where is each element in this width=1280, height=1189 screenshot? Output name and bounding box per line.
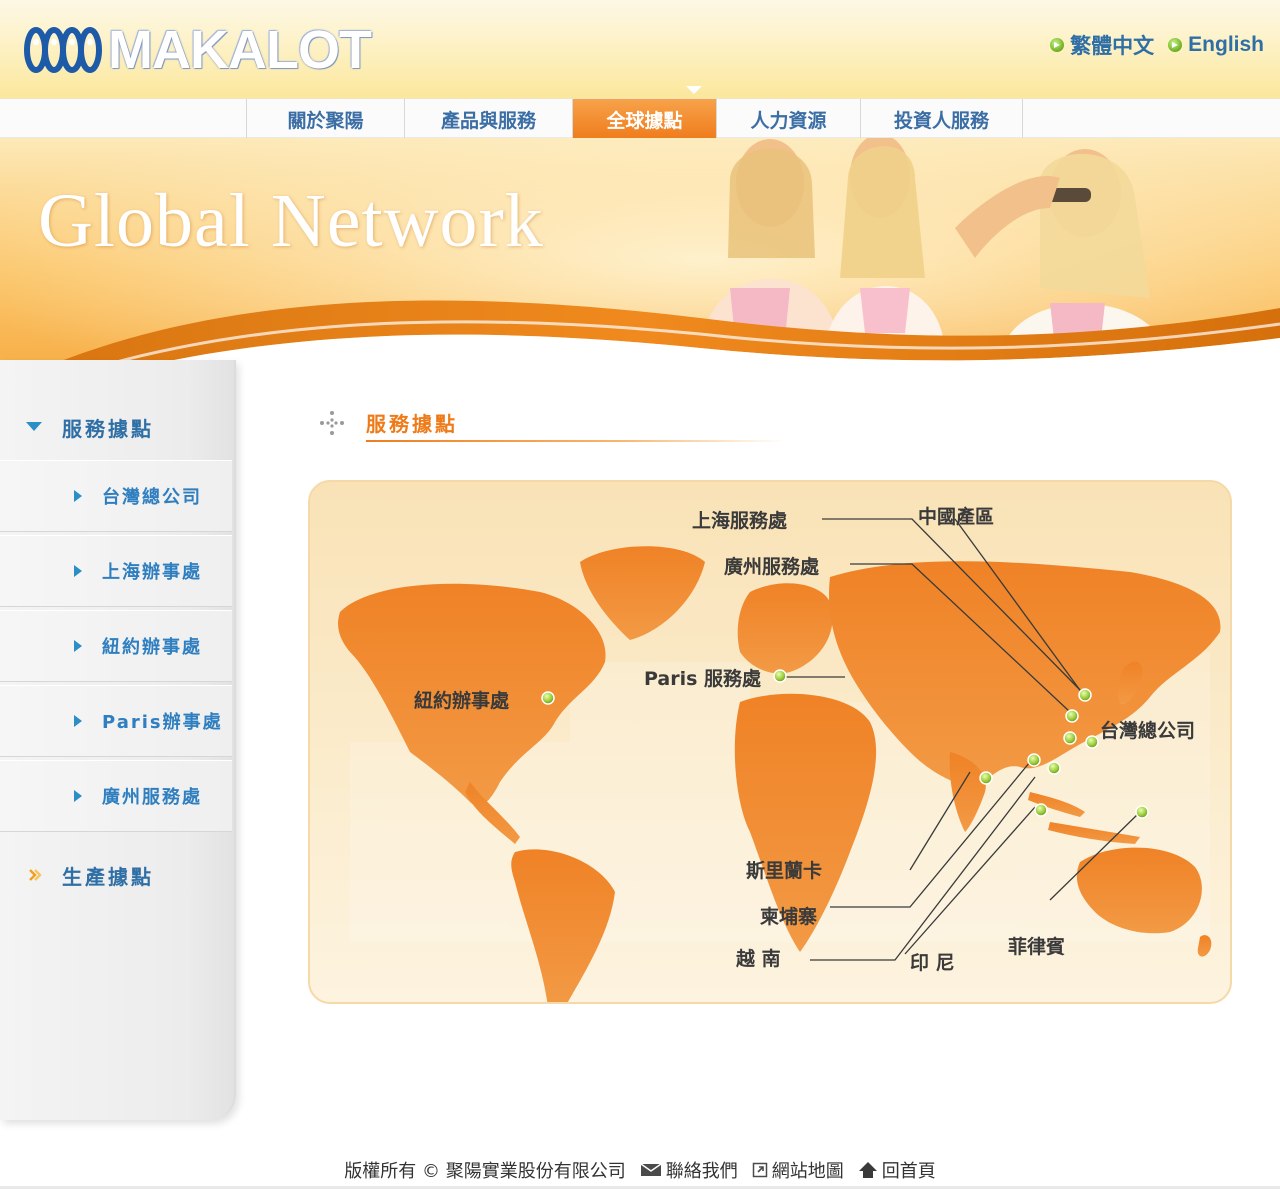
arrow-bullet-icon [1168,38,1183,52]
footer: 版權所有 © 聚陽實業股份有限公司 聯絡我們 網站地圖 回首頁 [0,1150,1280,1189]
makalot-logo-mark-icon [24,27,102,73]
map-label-cambodia[interactable]: 柬埔寨 [760,902,817,929]
marker-paris[interactable] [773,669,787,683]
sidebar-item-taiwan-hq[interactable]: 台灣總公司 [0,460,232,532]
dots-cross-icon [320,410,344,435]
nav-investor-relations[interactable]: 投資人服務 [861,99,1023,139]
lang-label: 繁體中文 [1070,35,1155,58]
sidebar-item-label: Paris辦事處 [102,712,223,733]
nav-global-network[interactable]: 全球據點 [573,99,717,139]
sidebar-item-guangzhou[interactable]: 廣州服務處 [0,760,232,832]
arrow-bullet-icon [1050,38,1065,52]
site-header: MAKALOT 繁體中文 English [0,0,1280,98]
triangle-right-icon [74,790,82,802]
sidebar-heading-label: 服務據點 [62,416,154,441]
lang-traditional-chinese[interactable]: 繁體中文 [1050,30,1154,60]
map-label-guangzhou[interactable]: 廣州服務處 [724,552,819,579]
sidebar-item-label: 廣州服務處 [102,787,202,808]
map-label-newyork[interactable]: 紐約辦事處 [414,686,509,713]
main-nav: 關於聚陽 產品與服務 全球據點 人力資源 投資人服務 [0,98,1280,139]
map-label-vietnam[interactable]: 越 南 [736,944,781,971]
sidebar-item-label: 紐約辦事處 [102,637,202,658]
footer-contact-label: 聯絡我們 [665,1160,738,1182]
envelope-icon [640,1162,662,1176]
map-label-shanghai[interactable]: 上海服務處 [692,506,787,533]
external-link-icon [752,1162,767,1177]
marker-philippines[interactable] [1135,805,1149,819]
marker-sri-lanka[interactable] [979,771,993,785]
sidebar-item-label: 上海辦事處 [102,562,202,583]
language-switcher: 繁體中文 English [1050,30,1264,60]
map-label-indonesia[interactable]: 印 尼 [910,948,955,975]
footer-sitemap-label: 網站地圖 [771,1160,844,1182]
sidebar-item-label: 台灣總公司 [102,487,202,508]
map-label-sri-lanka[interactable]: 斯里蘭卡 [746,856,822,883]
makalot-logo[interactable]: MAKALOT [22,20,372,80]
home-icon [858,1161,877,1178]
marker-china-factory[interactable] [1078,688,1092,702]
nav-products-services[interactable]: 產品與服務 [405,99,573,139]
sidebar-heading-service-locations[interactable]: 服務據點 [0,396,232,458]
sidebar-heading-label: 生產據點 [62,864,154,889]
marker-shanghai[interactable] [1065,709,1079,723]
marker-vietnam[interactable] [1027,753,1041,767]
footer-contact-link[interactable]: 聯絡我們 [640,1157,738,1183]
lang-english[interactable]: English [1168,33,1264,57]
map-label-taiwan-hq[interactable]: 台灣總公司 [1100,716,1195,743]
footer-sitemap-link[interactable]: 網站地圖 [752,1157,844,1183]
main-nav-items: 關於聚陽 產品與服務 全球據點 人力資源 投資人服務 [246,99,1023,139]
triangle-right-icon [74,565,82,577]
triangle-right-icon [74,715,82,727]
marker-taiwan-hq[interactable] [1085,735,1099,749]
sidebar-heading-production-locations[interactable]: 生產據點 [0,844,232,906]
sidebar: 服務據點 台灣總公司 上海辦事處 紐約辦事處 Paris辦事處 廣州服務處 生產… [0,360,236,1120]
logo-text: MAKALOT [108,20,372,80]
section-title-underline [366,440,786,442]
footer-home-label: 回首頁 [881,1160,936,1182]
section-title: 服務據點 [318,408,458,437]
map-label-paris[interactable]: Paris 服務處 [644,664,761,691]
marker-guangzhou[interactable] [1063,731,1077,745]
lang-label: English [1188,33,1264,56]
triangle-right-icon [74,640,82,652]
section-title-label: 服務據點 [366,412,458,436]
triangle-down-icon [26,422,42,431]
sidebar-item-paris[interactable]: Paris辦事處 [0,685,232,757]
world-map-panel: 上海服務處 中國產區 廣州服務處 Paris 服務處 紐約辦事處 台灣總公司 斯… [308,480,1232,1004]
map-label-philippines[interactable]: 菲律賓 [1008,932,1065,959]
sidebar-item-shanghai[interactable]: 上海辦事處 [0,535,232,607]
double-chevron-right-icon [29,869,42,881]
nav-about[interactable]: 關於聚陽 [247,99,405,139]
sidebar-item-newyork[interactable]: 紐約辦事處 [0,610,232,682]
footer-copyright: 版權所有 © 聚陽實業股份有限公司 [344,1160,626,1182]
footer-home-link[interactable]: 回首頁 [858,1157,936,1183]
banner-title: Global Network [38,179,544,263]
nav-active-pointer-icon [686,86,702,94]
marker-cambodia[interactable] [1047,761,1061,775]
map-label-china-factory[interactable]: 中國產區 [918,502,994,529]
marker-indonesia[interactable] [1034,803,1048,817]
marker-newyork[interactable] [541,691,555,705]
triangle-right-icon [74,490,82,502]
nav-human-resources[interactable]: 人力資源 [717,99,861,139]
